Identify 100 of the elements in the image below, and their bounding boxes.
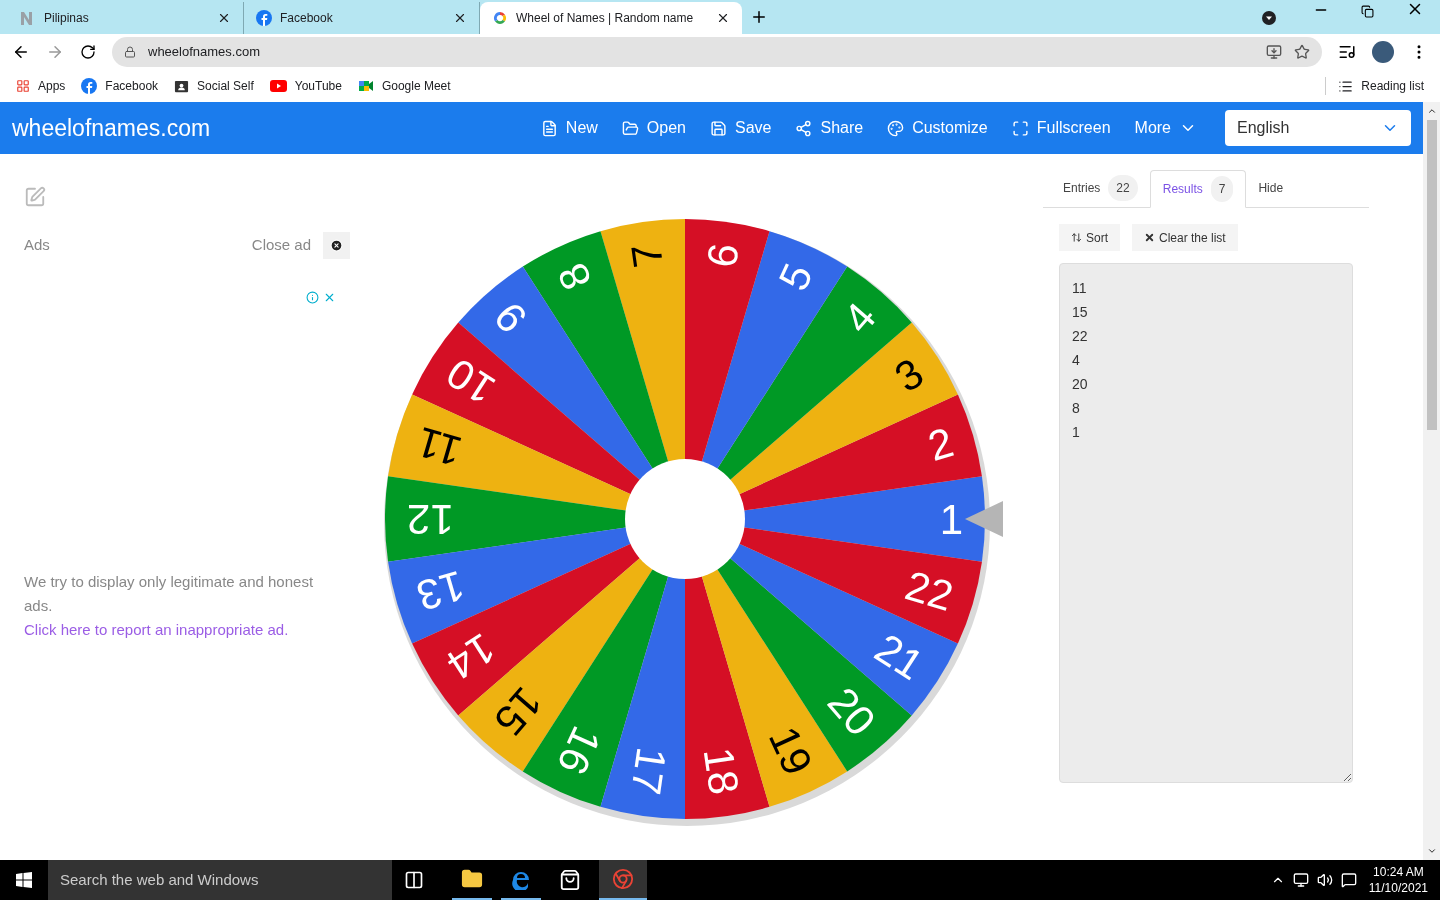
segment-label: 11	[411, 418, 467, 476]
notification-icon[interactable]	[1340, 872, 1357, 888]
scrollbar[interactable]	[1423, 102, 1440, 860]
task-view-icon[interactable]	[404, 870, 424, 890]
tab-title: Wheel of Names | Random name	[516, 10, 695, 27]
segment-label: 1	[939, 495, 963, 543]
browser-tab[interactable]: Pilipinas	[8, 2, 244, 34]
install-icon[interactable]	[1266, 44, 1282, 60]
browser-tab[interactable]: Wheel of Names | Random name	[480, 2, 742, 34]
close-icon	[1144, 232, 1155, 243]
nav-button[interactable]: Customize	[875, 116, 1000, 140]
close-icon[interactable]	[716, 11, 730, 25]
report-ad-link[interactable]: Click here to report an inappropriate ad.	[24, 621, 289, 638]
nav-button[interactable]: More	[1122, 116, 1209, 140]
info-icon[interactable]	[306, 291, 319, 304]
segment-label: 17	[622, 744, 676, 798]
bookmark-link[interactable]: YouTube	[269, 77, 342, 95]
apps-grid-icon	[16, 79, 30, 93]
facebook-logo-icon	[81, 78, 98, 94]
contact-card-icon	[174, 78, 190, 94]
facebook-logo-icon	[256, 10, 272, 26]
segment-label: 2	[922, 418, 959, 470]
pointer-icon	[963, 499, 1005, 539]
bookmark-link[interactable]: Google Meet	[357, 77, 451, 95]
segment-label: 3	[886, 348, 932, 402]
nav-button[interactable]: Save	[698, 116, 784, 140]
video-camera-icon	[357, 79, 374, 93]
folder-icon[interactable]	[461, 868, 483, 890]
nav-button[interactable]: Open	[609, 116, 698, 140]
network-icon[interactable]	[1292, 872, 1309, 888]
tab-label: Entries	[1063, 180, 1101, 197]
segment-label: 18	[694, 744, 748, 798]
tab-label: Hide	[1258, 180, 1284, 197]
restore-icon[interactable]	[1361, 5, 1374, 18]
segment-label: 6	[698, 240, 748, 271]
close-icon[interactable]	[217, 11, 231, 25]
taskbar-search-field[interactable]: Search the web and Windows	[48, 860, 392, 900]
segment-label: 8	[548, 256, 601, 298]
clock-time[interactable]: 10:24 AM	[1373, 864, 1424, 880]
volume-icon[interactable]	[1316, 872, 1333, 888]
play-logo-icon	[269, 80, 287, 92]
ads-label: Ads	[24, 235, 51, 256]
count-badge: 22	[1108, 175, 1138, 201]
media-icon[interactable]	[1338, 43, 1356, 61]
results-list[interactable]: 11 15 22 4 20 8 1	[1059, 263, 1353, 783]
bookmark-link[interactable]: Facebook	[81, 77, 159, 95]
share-icon	[795, 119, 813, 137]
sort-icon	[1071, 232, 1082, 243]
windows-logo-icon[interactable]	[16, 872, 32, 888]
segment-label: 5	[769, 256, 822, 298]
reload-icon[interactable]	[80, 44, 96, 60]
scroll-up-icon[interactable]	[1426, 106, 1437, 116]
tab-search-icon[interactable]	[1261, 10, 1277, 26]
language-select[interactable]: English	[1225, 110, 1411, 146]
site-title[interactable]: wheelofnames.com	[12, 110, 529, 146]
forward-icon[interactable]	[46, 43, 64, 61]
bookmark-link[interactable]: Apps	[16, 77, 66, 95]
new-tab-icon[interactable]	[750, 8, 768, 26]
tab-label: Results	[1162, 181, 1203, 198]
scroll-down-icon[interactable]	[1426, 846, 1437, 856]
close-icon	[330, 239, 343, 252]
store-bag-icon[interactable]	[559, 869, 581, 891]
panel-tab[interactable]: Hide	[1246, 169, 1296, 207]
close-ad-label: Close ad	[251, 235, 311, 256]
browser-tab[interactable]: Facebook	[244, 2, 480, 34]
segment-label: 22	[900, 561, 959, 620]
count-badge: 7	[1210, 176, 1234, 202]
list-icon	[1338, 78, 1354, 94]
clear-list-button[interactable]: Clear the list	[1132, 224, 1238, 251]
segment-label: 10	[438, 348, 504, 414]
nav-button[interactable]: Fullscreen	[999, 116, 1123, 140]
reading-list-button[interactable]: Reading list	[1325, 77, 1424, 95]
chrome-icon[interactable]	[612, 868, 634, 890]
address-bar[interactable]: wheelofnames.com	[112, 37, 1322, 67]
nav-button[interactable]: New	[528, 116, 610, 140]
panel-tab[interactable]: Results 7	[1149, 170, 1247, 208]
url-text: wheelofnames.com	[148, 43, 261, 62]
palette-icon	[887, 119, 905, 137]
close-ad-button[interactable]	[323, 232, 350, 259]
bookmark-star-icon[interactable]	[1294, 44, 1310, 60]
segment-label: 7	[622, 240, 672, 271]
scrollbar-thumb[interactable]	[1426, 120, 1437, 430]
segment-label: 12	[407, 495, 454, 543]
segment-label: 13	[411, 561, 470, 620]
expand-icon	[1011, 119, 1029, 137]
segment-label: 9	[485, 293, 536, 342]
segment-label: 4	[834, 293, 885, 342]
nav-button[interactable]: Share	[783, 116, 876, 140]
wheel-logo-icon	[492, 10, 508, 26]
tab-title: Pilipinas	[44, 10, 90, 27]
sort-button[interactable]: Sort	[1059, 224, 1120, 251]
folder-icon	[621, 119, 639, 137]
back-icon[interactable]	[12, 43, 30, 61]
file-icon	[540, 119, 558, 137]
clock-date[interactable]: 11/10/2021	[1368, 880, 1428, 896]
ad-notice: We try to display only legitimate and honest ads. Click here to report an inappropriate ad.	[24, 572, 314, 640]
bookmark-link[interactable]: Social Self	[174, 77, 254, 95]
close-icon[interactable]	[453, 11, 467, 25]
profile-avatar[interactable]	[1372, 41, 1394, 63]
panel-tab[interactable]: Entries 22	[1051, 169, 1150, 207]
